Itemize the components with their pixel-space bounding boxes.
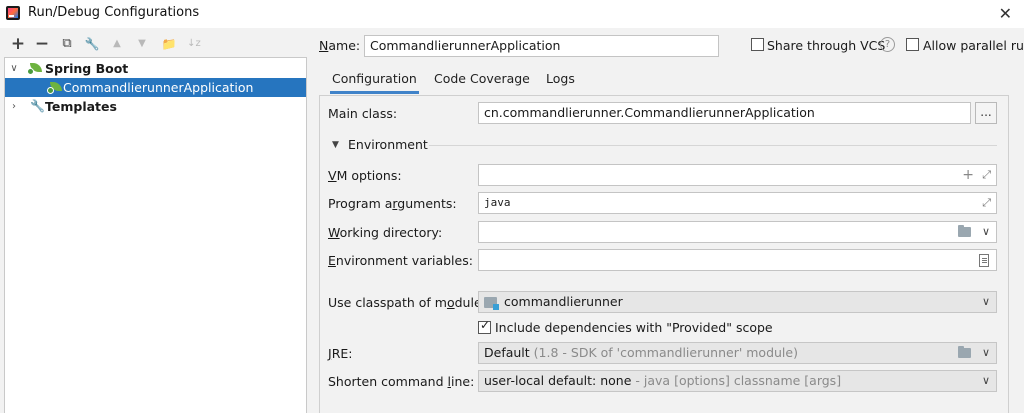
- chevron-down-icon[interactable]: ∨: [8, 59, 20, 78]
- configurations-tree: ∨ Spring Boot CommandlierunnerApplicatio…: [4, 57, 307, 413]
- shorten-hint: - java [options] classname [args]: [635, 373, 842, 388]
- folder-add-icon[interactable]: 📁: [160, 35, 178, 53]
- chevron-right-icon[interactable]: ›: [8, 97, 20, 116]
- vm-options-label: VM options:: [328, 168, 402, 183]
- chevron-down-icon[interactable]: ∨: [982, 222, 990, 242]
- edit-env-vars-icon[interactable]: [979, 254, 989, 267]
- chevron-down-icon[interactable]: ∨: [982, 343, 990, 363]
- share-vcs-checkbox[interactable]: [751, 38, 764, 51]
- folder-icon[interactable]: [958, 225, 971, 237]
- move-down-icon[interactable]: ▼: [133, 35, 151, 53]
- help-icon[interactable]: ?: [880, 37, 895, 52]
- environment-separator: [429, 145, 997, 146]
- program-args-input[interactable]: java ⤢: [478, 192, 997, 214]
- configurations-toolbar: + − ⧉ 🔧 ▲ ▼ 📁 ↓z: [0, 33, 310, 55]
- program-args-label: Program arguments:: [328, 196, 457, 211]
- jre-select[interactable]: Default (1.8 - SDK of 'commandlierunner'…: [478, 342, 997, 364]
- environment-header[interactable]: Environment: [348, 137, 428, 152]
- spring-boot-app-icon: [47, 82, 63, 94]
- working-dir-input[interactable]: ∨: [478, 221, 997, 243]
- tree-item-label: Templates: [45, 99, 117, 114]
- wrench-icon: 🔧: [30, 99, 45, 113]
- expand-icon[interactable]: ⤢: [982, 193, 991, 213]
- classpath-label: Use classpath of module:: [328, 295, 486, 310]
- name-input[interactable]: CommandlierunnerApplication: [364, 35, 719, 57]
- share-vcs-label: Share through VCS: [767, 38, 886, 53]
- vm-options-input[interactable]: + ⤢: [478, 164, 997, 186]
- working-dir-label: Working directory:: [328, 225, 443, 240]
- expand-icon[interactable]: ⤢: [982, 165, 991, 185]
- add-icon[interactable]: +: [962, 165, 974, 185]
- intellij-app-icon: [6, 6, 20, 20]
- chevron-down-icon[interactable]: ∨: [982, 371, 990, 391]
- browse-main-class-button[interactable]: ...: [975, 102, 997, 124]
- remove-icon[interactable]: −: [33, 35, 51, 53]
- shorten-select[interactable]: user-local default: none - java [options…: [478, 370, 997, 392]
- include-deps-checkbox[interactable]: [478, 318, 491, 334]
- folder-icon[interactable]: [958, 346, 971, 358]
- shorten-value: user-local default: none: [484, 373, 632, 388]
- tree-item-templates[interactable]: › 🔧 Templates: [5, 97, 306, 116]
- env-vars-label: Environment variables:: [328, 253, 473, 268]
- jre-hint: (1.8 - SDK of 'commandlierunner' module): [533, 345, 798, 360]
- module-icon: [484, 297, 499, 310]
- collapse-triangle-icon[interactable]: ▼: [332, 140, 339, 150]
- program-args-value: java: [484, 196, 511, 209]
- tree-item-spring-boot[interactable]: ∨ Spring Boot: [5, 59, 306, 78]
- close-icon[interactable]: ✕: [999, 4, 1012, 23]
- copy-icon[interactable]: ⧉: [58, 35, 76, 53]
- sort-icon[interactable]: ↓z: [185, 35, 203, 53]
- chevron-down-icon[interactable]: ∨: [982, 292, 990, 312]
- classpath-module-value: commandlierunner: [504, 294, 623, 309]
- classpath-module-select[interactable]: commandlierunner ∨: [478, 291, 997, 313]
- tree-item-app[interactable]: CommandlierunnerApplication: [5, 78, 306, 97]
- wrench-icon[interactable]: 🔧: [83, 35, 101, 53]
- spring-boot-icon: [27, 63, 43, 75]
- tree-item-label: CommandlierunnerApplication: [63, 80, 254, 95]
- window-title: Run/Debug Configurations: [28, 5, 200, 20]
- jre-value: Default: [484, 345, 530, 360]
- name-label: Name:: [319, 38, 361, 53]
- main-class-label: Main class:: [328, 106, 398, 121]
- tab-configuration[interactable]: Configuration: [330, 66, 419, 94]
- tab-logs[interactable]: Logs: [544, 66, 577, 94]
- allow-parallel-label: Allow parallel run: [923, 38, 1024, 53]
- title-bar: Run/Debug Configurations ✕: [0, 0, 1024, 28]
- tree-item-label: Spring Boot: [45, 61, 129, 76]
- shorten-label: Shorten command line:: [328, 374, 475, 389]
- add-icon[interactable]: +: [9, 35, 27, 53]
- jre-label: JRE:: [328, 346, 353, 361]
- env-vars-input[interactable]: [478, 249, 997, 271]
- move-up-icon[interactable]: ▲: [108, 35, 126, 53]
- allow-parallel-checkbox[interactable]: [906, 38, 919, 51]
- include-deps-label: Include dependencies with "Provided" sco…: [495, 320, 773, 335]
- main-class-input[interactable]: cn.commandlierunner.CommandlierunnerAppl…: [478, 102, 971, 124]
- tab-code-coverage[interactable]: Code Coverage: [432, 66, 532, 94]
